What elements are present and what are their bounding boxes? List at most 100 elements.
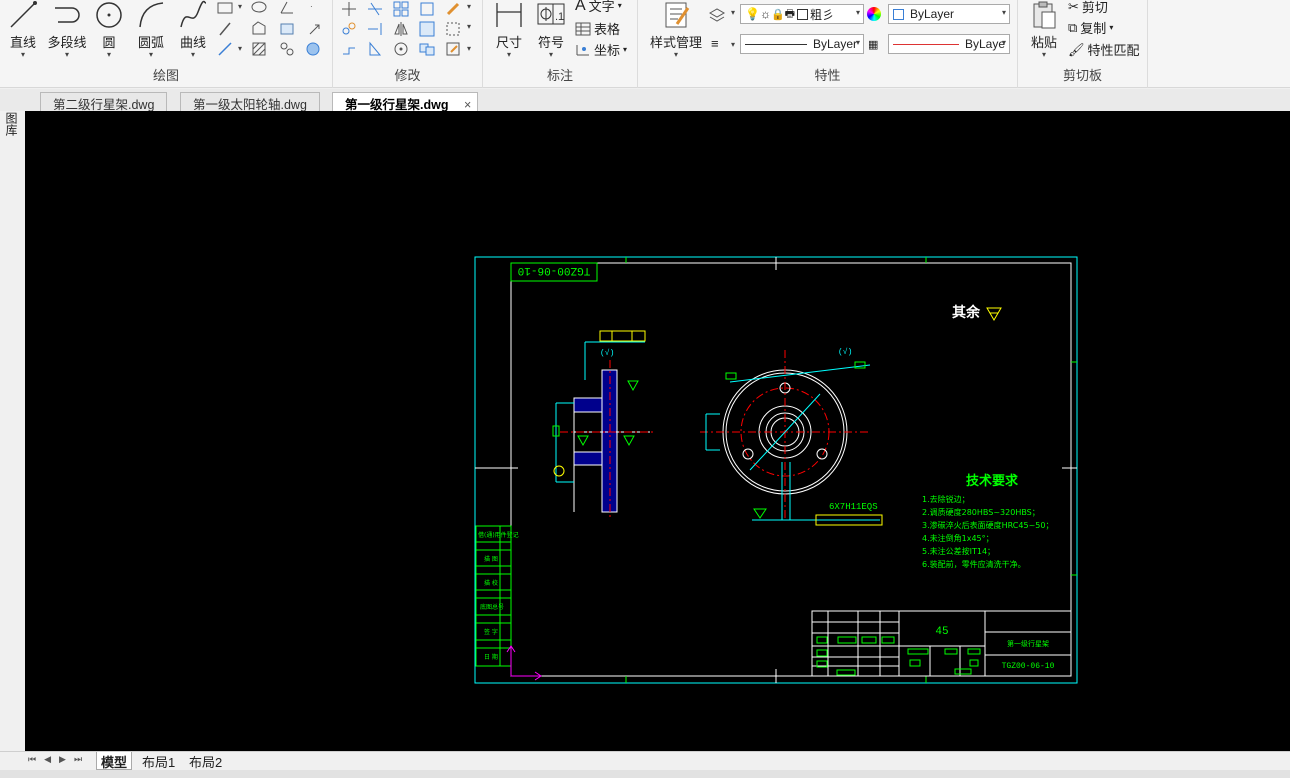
gradient-icon[interactable] [304, 40, 322, 58]
curve-button[interactable]: 曲线 ▾ [176, 0, 210, 59]
region-icon[interactable] [250, 20, 268, 38]
color-wheel-icon[interactable] [867, 7, 881, 21]
ray-icon[interactable] [216, 40, 234, 58]
coordinate-button[interactable]: 坐标 ▾ [575, 40, 627, 59]
offset-icon[interactable] [418, 0, 436, 18]
lineweight-sample [893, 43, 959, 45]
erase-icon[interactable] [444, 0, 462, 18]
properties-group: 样式管理 ▾ ▾ 💡 ☼ 🔒 🖶 粗彡 ▾ ByLayer ▾ ≡ ▾ ByLa… [638, 0, 1018, 88]
extend-icon[interactable] [366, 20, 384, 38]
chevron-down-icon: ▾ [1001, 8, 1006, 17]
dimension-button[interactable]: 尺寸 ▾ [493, 0, 525, 59]
construction-line-icon[interactable] [216, 20, 234, 38]
copy-object-icon[interactable] [340, 20, 358, 38]
chevron-down-icon: ▾ [506, 50, 511, 59]
boundary-icon[interactable] [278, 40, 296, 58]
annotate-group: 尺寸 ▾ .1 符号 ▾ A 文字 ▾ 表格 坐标 ▾ 标注 [483, 0, 638, 88]
chevron-down-icon: ▾ [623, 45, 628, 54]
sun-icon: ☼ [759, 7, 771, 21]
chevron-down-icon[interactable]: ▾ [731, 8, 735, 17]
chevron-down-icon: ▾ [106, 50, 111, 59]
next-tab-icon[interactable]: ▶ [59, 754, 74, 764]
chevron-down-icon[interactable]: ▾ [238, 2, 242, 11]
chevron-down-icon: ▾ [1001, 38, 1006, 47]
match-properties-button[interactable]: 🖌 特性匹配 [1068, 40, 1140, 59]
symbol-button[interactable]: .1 符号 ▾ [535, 0, 567, 59]
layout-tab-bar: ⏮◀▶⏭ 模型 布局1 布局2 [0, 751, 1290, 778]
ellipse-icon[interactable] [250, 0, 268, 18]
layer-dropdown[interactable]: 💡 ☼ 🔒 🖶 粗彡 ▾ [740, 4, 864, 24]
tab-model[interactable]: 模型 [96, 752, 133, 770]
lineweight-pattern-icon[interactable]: ▦ [868, 38, 878, 51]
stretch-icon[interactable] [340, 40, 358, 58]
strip-label: 签 字 [484, 628, 498, 636]
chevron-down-icon[interactable]: ▾ [238, 44, 242, 53]
cut-label: 剪切 [1081, 0, 1108, 15]
horizontal-scrollbar[interactable] [0, 770, 1290, 778]
first-tab-icon[interactable]: ⏮ [28, 754, 44, 764]
doc-tab-3[interactable]: 第一级行星架.dwg × [332, 92, 479, 112]
doc-tab-1[interactable]: 第二级行星架.dwg [40, 92, 168, 112]
coordinate-label: 坐标 [594, 43, 621, 58]
linetype-dropdown[interactable]: ByLayer ▾ [740, 34, 864, 54]
tab-layout2[interactable]: 布局2 [185, 752, 226, 770]
text-button[interactable]: A 文字 ▾ [575, 0, 622, 15]
angle-icon[interactable] [278, 0, 296, 18]
strip-label: 日 期 [484, 653, 498, 661]
style-manager-button[interactable]: 样式管理 ▾ [644, 0, 708, 59]
line-button[interactable]: 直线 ▾ [6, 0, 40, 59]
lineweight-dropdown[interactable]: ByLaye ▾ [888, 34, 1010, 54]
roughness-label-1: (√) [600, 348, 614, 358]
sheet-inner-border [510, 262, 1072, 677]
edit-icon[interactable] [444, 40, 462, 58]
cut-button[interactable]: ✂ 剪切 [1068, 0, 1108, 16]
polyline-button[interactable]: 多段线 ▾ [46, 0, 88, 59]
move-icon[interactable] [340, 0, 358, 18]
color-value: ByLayer [910, 7, 955, 21]
scale-icon[interactable] [418, 20, 436, 38]
lineweight-value: ByLaye [964, 37, 1005, 51]
tab-layout1[interactable]: 布局1 [138, 752, 179, 770]
pointer-icon[interactable] [306, 20, 324, 38]
circle-button[interactable]: 圆 ▾ [93, 0, 125, 59]
join-icon[interactable] [418, 40, 436, 58]
align-icon[interactable] [366, 40, 384, 58]
text-icon: A [575, 0, 586, 14]
explode-icon[interactable] [444, 20, 462, 38]
symbol-label: 符号 [537, 35, 564, 50]
chevron-down-icon: ▾ [1109, 23, 1114, 32]
chevron-down-icon[interactable]: ▾ [467, 22, 471, 31]
last-tab-icon[interactable]: ⏭ [74, 754, 90, 764]
mirror-icon[interactable] [392, 20, 410, 38]
layer-manager-icon[interactable] [708, 6, 726, 24]
chevron-down-icon: ▾ [190, 50, 195, 59]
prev-tab-icon[interactable]: ◀ [44, 754, 59, 764]
left-strip-table [475, 525, 512, 667]
color-dropdown[interactable]: ByLayer ▾ [888, 4, 1010, 24]
trim-icon[interactable] [366, 0, 384, 18]
paste-button[interactable]: 粘贴 ▾ [1028, 0, 1060, 59]
chevron-down-icon[interactable]: ▾ [731, 40, 735, 49]
sheet-outer-border [474, 256, 1078, 684]
tech-req-item: 3.渗碳淬火后表面硬度HRC45~50； [922, 520, 1053, 530]
chevron-down-icon: ▾ [673, 50, 678, 59]
doc-tab-2[interactable]: 第一级太阳轮轴.dwg [180, 92, 320, 112]
rotate-icon[interactable] [392, 40, 410, 58]
drawing-canvas[interactable]: TGZ00-06-10 其余 (√) (√) 6X7H11EQS 技术要求 1.… [25, 111, 1290, 751]
arc-button[interactable]: 圆弧 ▾ [133, 0, 169, 59]
hatch-icon[interactable] [250, 40, 268, 58]
chevron-down-icon[interactable]: ▾ [467, 44, 471, 53]
array-icon[interactable] [392, 0, 410, 18]
table-button[interactable]: 表格 [575, 19, 620, 38]
table-icon [575, 22, 591, 35]
strip-label: 描 校 [484, 579, 498, 587]
layer-name: 粗彡 [810, 7, 835, 22]
lineweight-icon[interactable]: ≡ [711, 36, 719, 51]
wipeout-icon[interactable] [278, 20, 296, 38]
chevron-down-icon[interactable]: ▾ [467, 2, 471, 11]
copy-button[interactable]: ⧉ 复制 ▾ [1068, 18, 1113, 37]
rectangle-icon[interactable] [216, 0, 234, 18]
tech-req-list: 1.去除锐边； 2.调质硬度280HBS~320HBS； 3.渗碳淬火后表面硬度… [922, 494, 1053, 569]
close-icon[interactable]: × [464, 98, 471, 112]
roughness-symbol [986, 307, 1002, 321]
